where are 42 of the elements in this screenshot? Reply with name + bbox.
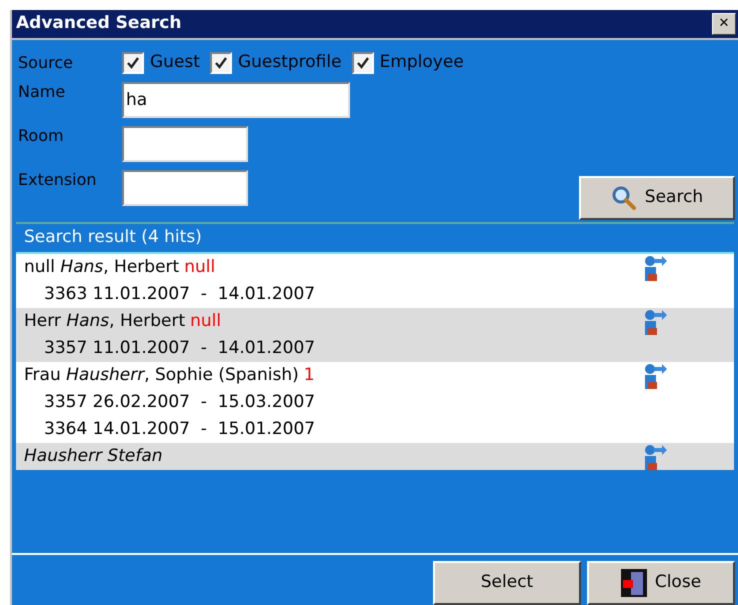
checkbox[interactable] <box>210 52 232 74</box>
guest-name: Herr Hans, Herbert <box>24 310 186 333</box>
guest-name: Hausherr Stefan <box>24 444 163 468</box>
window-title: Advanced Search <box>16 12 182 36</box>
stay-dates: 3364 14.01.2007 - 15.01.2007 <box>44 418 316 441</box>
input-field[interactable] <box>122 170 248 206</box>
stay-dates: 3357 26.02.2007 - 15.03.2007 <box>44 390 316 414</box>
flag-value: null <box>190 310 222 333</box>
person-arrow-icon[interactable] <box>642 255 668 284</box>
flag-value: 1 <box>304 364 315 387</box>
checkbox-label[interactable]: Employee <box>380 50 464 76</box>
checkbox-label[interactable]: Guestprofile <box>238 50 342 76</box>
select-button[interactable]: Select <box>433 561 581 605</box>
search-icon <box>610 184 637 211</box>
guest-name: null Hans, Herbert <box>24 256 180 279</box>
input-field[interactable] <box>122 126 248 162</box>
field-label: Name <box>18 80 66 103</box>
stay-dates: 3357 11.01.2007 - 14.01.2007 <box>44 336 316 360</box>
result-row[interactable]: null Hans, Herbert null 3363 11.01.2007 - 14.01.2007 <box>16 254 734 308</box>
search-button[interactable]: Search <box>579 176 735 220</box>
stay-dates: 3363 11.01.2007 - 14.01.2007 <box>44 282 316 306</box>
result-row[interactable]: Frau Hausherr, Sophie (Spanish) 1 3357 26.02.2007 - 15.03.2007 3364 14.01.2007 - 15.01.2007 <box>16 362 734 444</box>
person-arrow-icon[interactable] <box>642 444 668 472</box>
field-label: Extension <box>18 168 98 191</box>
result-row[interactable]: Hausherr Stefan <box>16 443 734 470</box>
checkbox[interactable] <box>122 52 144 74</box>
input-field[interactable]: ha <box>122 82 350 118</box>
close-button[interactable]: Close <box>587 561 735 605</box>
check-icon <box>356 56 370 70</box>
person-arrow-icon[interactable] <box>642 309 668 338</box>
source-label: Source <box>18 52 74 74</box>
person-arrow-icon[interactable] <box>642 363 668 392</box>
check-icon <box>126 56 140 70</box>
checkbox-label[interactable]: Guest <box>150 50 200 76</box>
field-label: Room <box>18 124 65 147</box>
checkbox[interactable] <box>352 52 374 74</box>
result-row[interactable]: Herr Hans, Herbert null 3357 11.01.2007 - 14.01.2007 <box>16 308 734 362</box>
flag-value: null <box>184 256 216 279</box>
close-button[interactable]: ✕ <box>712 12 736 35</box>
check-icon <box>214 56 228 70</box>
guest-name: Frau Hausherr, Sophie (Spanish) <box>24 364 299 387</box>
door-icon <box>620 569 647 597</box>
